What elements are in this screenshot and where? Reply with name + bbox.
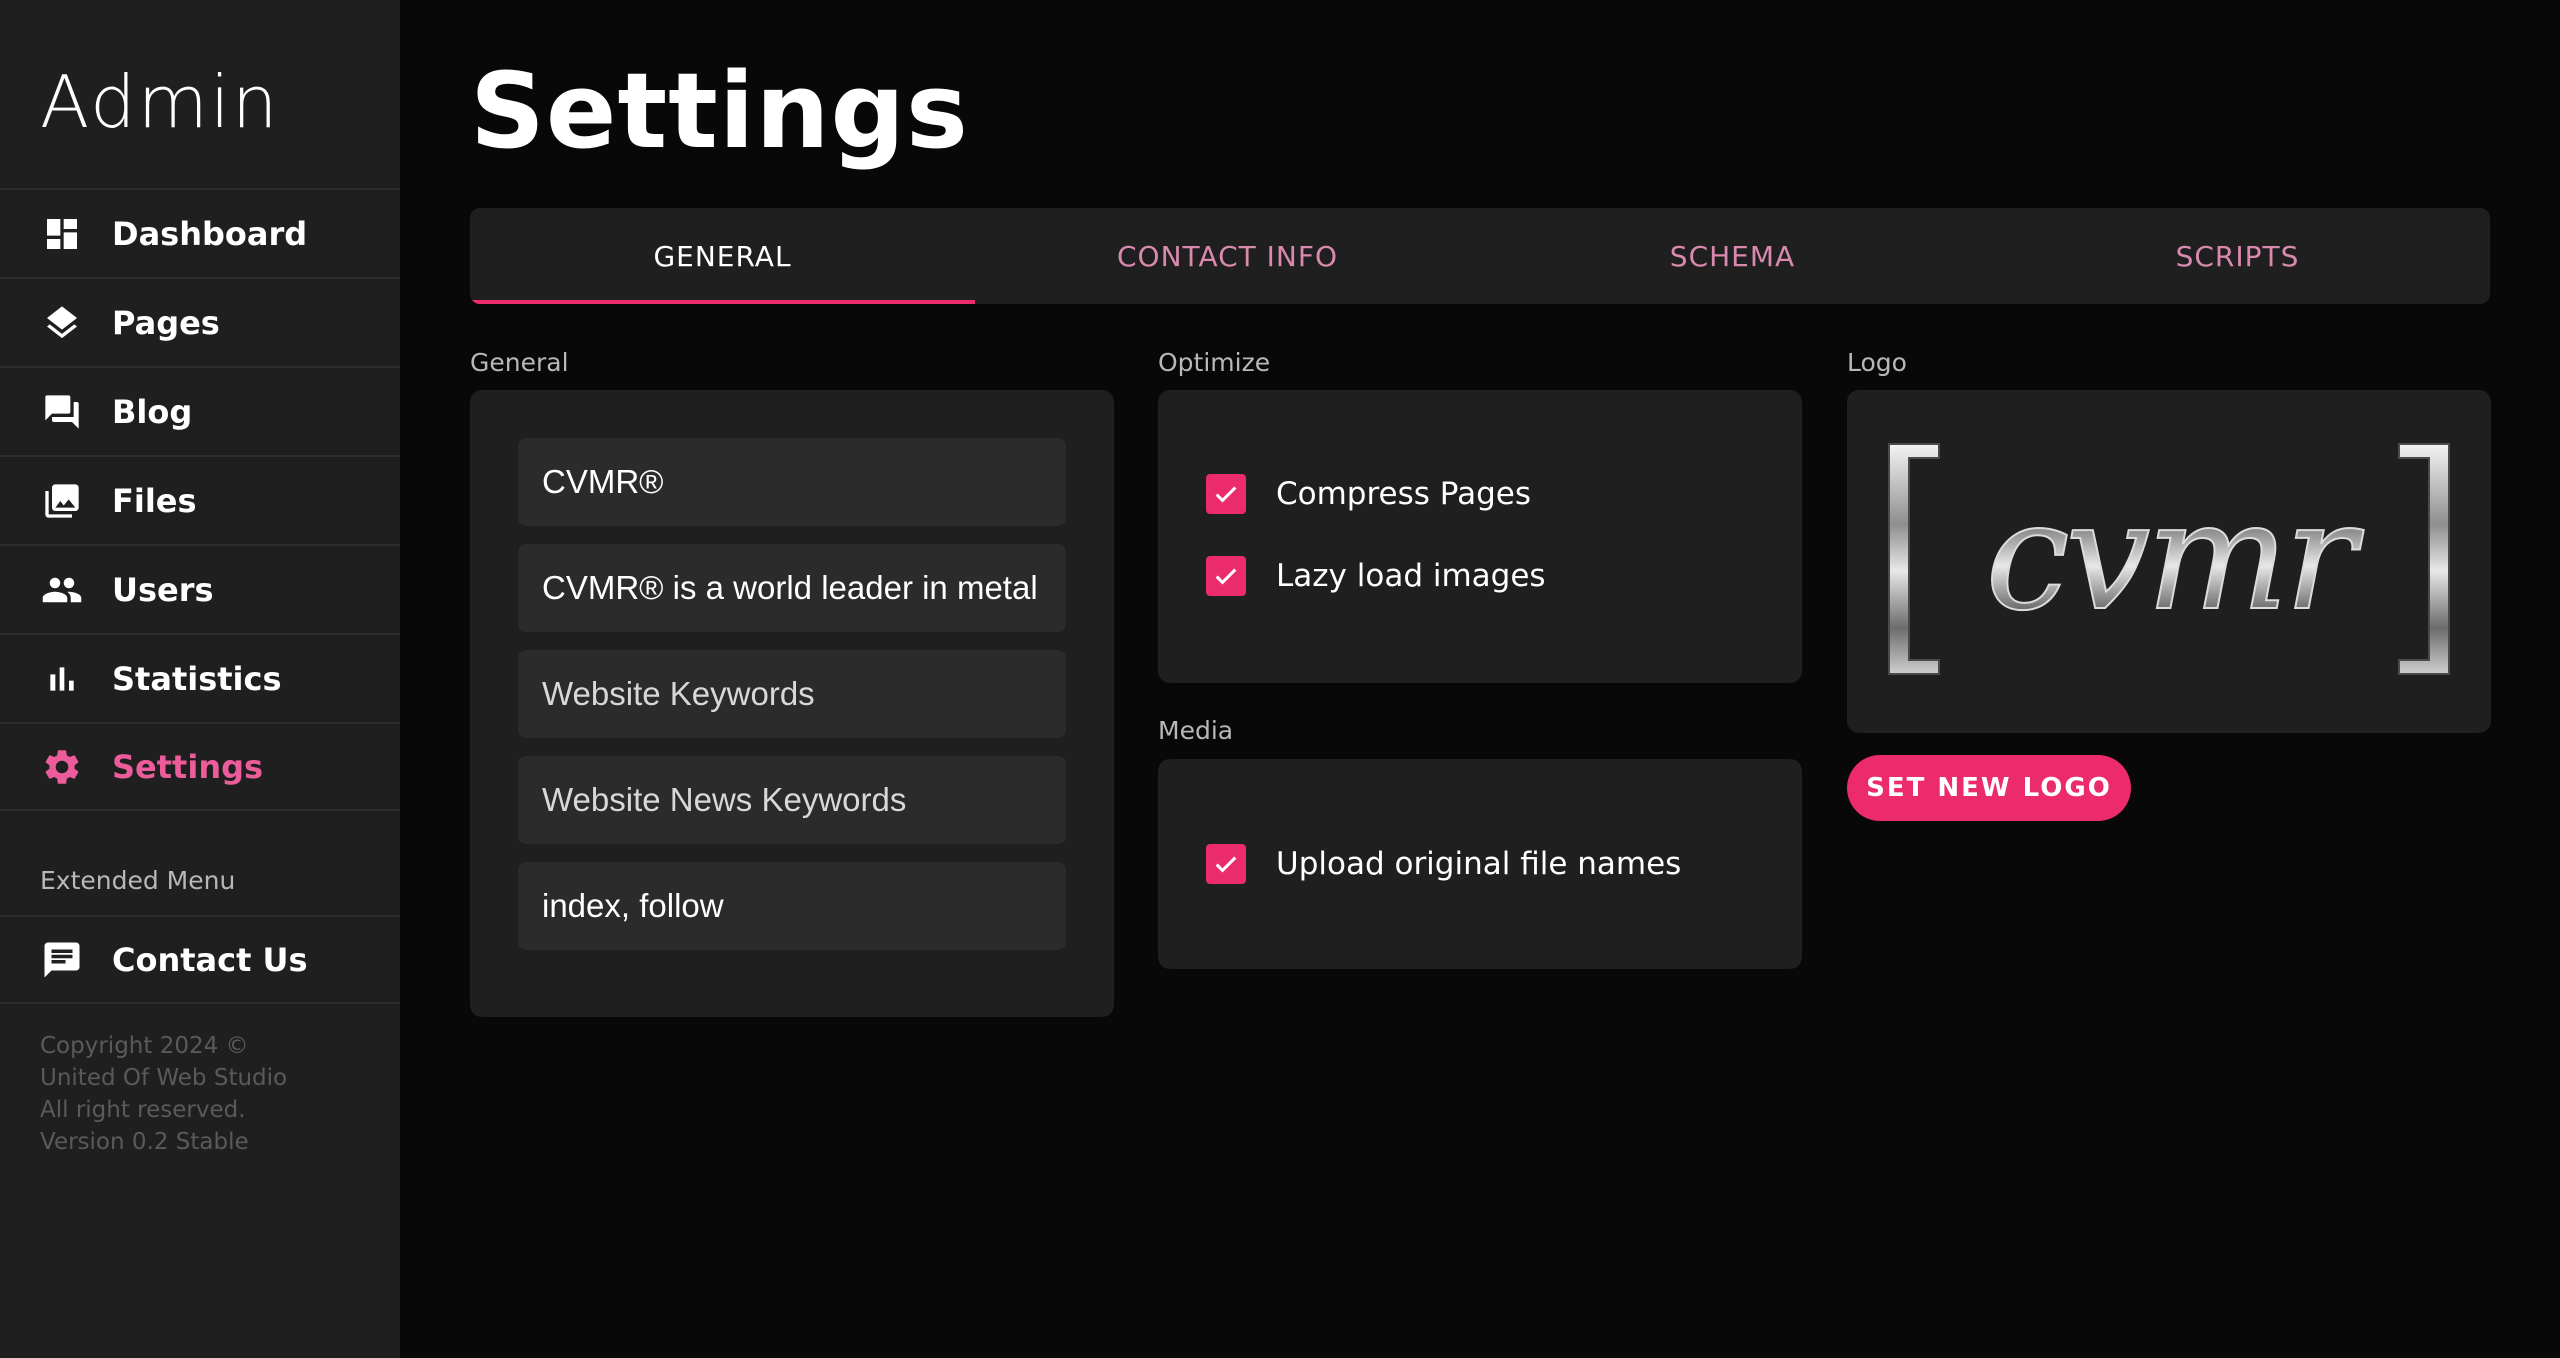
brand-title: Admin (40, 60, 280, 144)
footer-line: Version 0.2 Stable (40, 1129, 249, 1155)
footer-line: United Of Web Studio (40, 1065, 288, 1091)
tab-scripts[interactable]: SCRIPTS (1985, 208, 2490, 304)
sidebar-nav: Dashboard Pages Blog Files Users Statist… (0, 188, 400, 811)
site-name-field[interactable] (518, 438, 1066, 526)
sidebar-item-label: Contact Us (112, 940, 308, 979)
website-keywords-field[interactable] (518, 650, 1066, 738)
svg-text:cvmr: cvmr (1986, 470, 2365, 644)
footer-line: Copyright 2024 © (40, 1033, 249, 1059)
extended-menu-title: Extended Menu (40, 866, 236, 895)
site-name-input[interactable] (542, 463, 1042, 501)
lazy-load-label: Lazy load images (1276, 558, 1546, 594)
general-section-label: General (470, 348, 569, 377)
photo-library-icon (40, 479, 84, 523)
logo-preview-card: cvmr (1847, 390, 2491, 733)
tab-schema[interactable]: SCHEMA (1480, 208, 1985, 304)
website-news-keywords-field[interactable] (518, 756, 1066, 844)
sidebar-item-label: Dashboard (112, 214, 308, 253)
compress-pages-option[interactable]: Compress Pages (1206, 474, 1531, 514)
sidebar-item-users[interactable]: Users (0, 544, 400, 633)
sidebar-item-contact-us[interactable]: Contact Us (0, 915, 400, 1004)
upload-original-names-label: Upload original file names (1276, 846, 1682, 882)
tab-contact-info[interactable]: CONTACT INFO (975, 208, 1480, 304)
website-news-keywords-input[interactable] (542, 781, 1042, 819)
check-icon (1215, 568, 1237, 585)
forum-icon (40, 390, 84, 434)
sidebar: Admin Dashboard Pages Blog Files Users S… (0, 0, 400, 1358)
bar-chart-icon (40, 657, 84, 701)
upload-original-names-option[interactable]: Upload original file names (1206, 844, 1681, 884)
sidebar-item-label: Statistics (112, 659, 282, 698)
sidebar-item-label: Settings (112, 747, 264, 786)
sidebar-item-settings[interactable]: Settings (0, 722, 400, 811)
layers-icon (40, 301, 84, 345)
dashboard-icon (40, 212, 84, 256)
sidebar-item-blog[interactable]: Blog (0, 366, 400, 455)
logo-section-label: Logo (1847, 348, 1907, 377)
set-new-logo-button[interactable]: SET NEW LOGO (1847, 755, 2131, 821)
site-description-field[interactable] (518, 544, 1066, 632)
robots-field[interactable] (518, 862, 1066, 950)
sidebar-item-label: Files (112, 481, 197, 520)
general-card (470, 390, 1114, 1017)
compress-pages-checkbox[interactable] (1206, 474, 1246, 514)
check-icon (1215, 856, 1237, 873)
sidebar-item-label: Pages (112, 303, 220, 342)
robots-input[interactable] (542, 887, 1042, 925)
upload-original-names-checkbox[interactable] (1206, 844, 1246, 884)
lazy-load-option[interactable]: Lazy load images (1206, 556, 1546, 596)
site-description-input[interactable] (542, 569, 1042, 607)
media-section-label: Media (1158, 716, 1234, 745)
gear-icon (40, 745, 84, 789)
sidebar-item-statistics[interactable]: Statistics (0, 633, 400, 722)
sidebar-footer: Copyright 2024 © United Of Web Studio Al… (40, 1030, 287, 1158)
check-icon (1215, 486, 1237, 503)
page-title: Settings (470, 50, 969, 172)
extended-nav: Contact Us (0, 915, 400, 1004)
sidebar-item-files[interactable]: Files (0, 455, 400, 544)
website-keywords-input[interactable] (542, 675, 1042, 713)
sidebar-item-label: Users (112, 570, 214, 609)
settings-tabs: GENERAL CONTACT INFO SCHEMA SCRIPTS (470, 208, 2490, 304)
people-icon (40, 568, 84, 612)
tab-general[interactable]: GENERAL (470, 208, 975, 304)
sidebar-item-label: Blog (112, 392, 193, 431)
footer-line: All right reserved. (40, 1097, 246, 1123)
logo-image: cvmr (1888, 443, 2450, 675)
compress-pages-label: Compress Pages (1276, 476, 1531, 512)
media-card: Upload original file names (1158, 759, 1802, 969)
sidebar-item-dashboard[interactable]: Dashboard (0, 188, 400, 277)
sidebar-item-pages[interactable]: Pages (0, 277, 400, 366)
lazy-load-checkbox[interactable] (1206, 556, 1246, 596)
optimize-section-label: Optimize (1158, 348, 1271, 377)
optimize-card: Compress Pages Lazy load images (1158, 390, 1802, 683)
chat-icon (40, 938, 84, 982)
